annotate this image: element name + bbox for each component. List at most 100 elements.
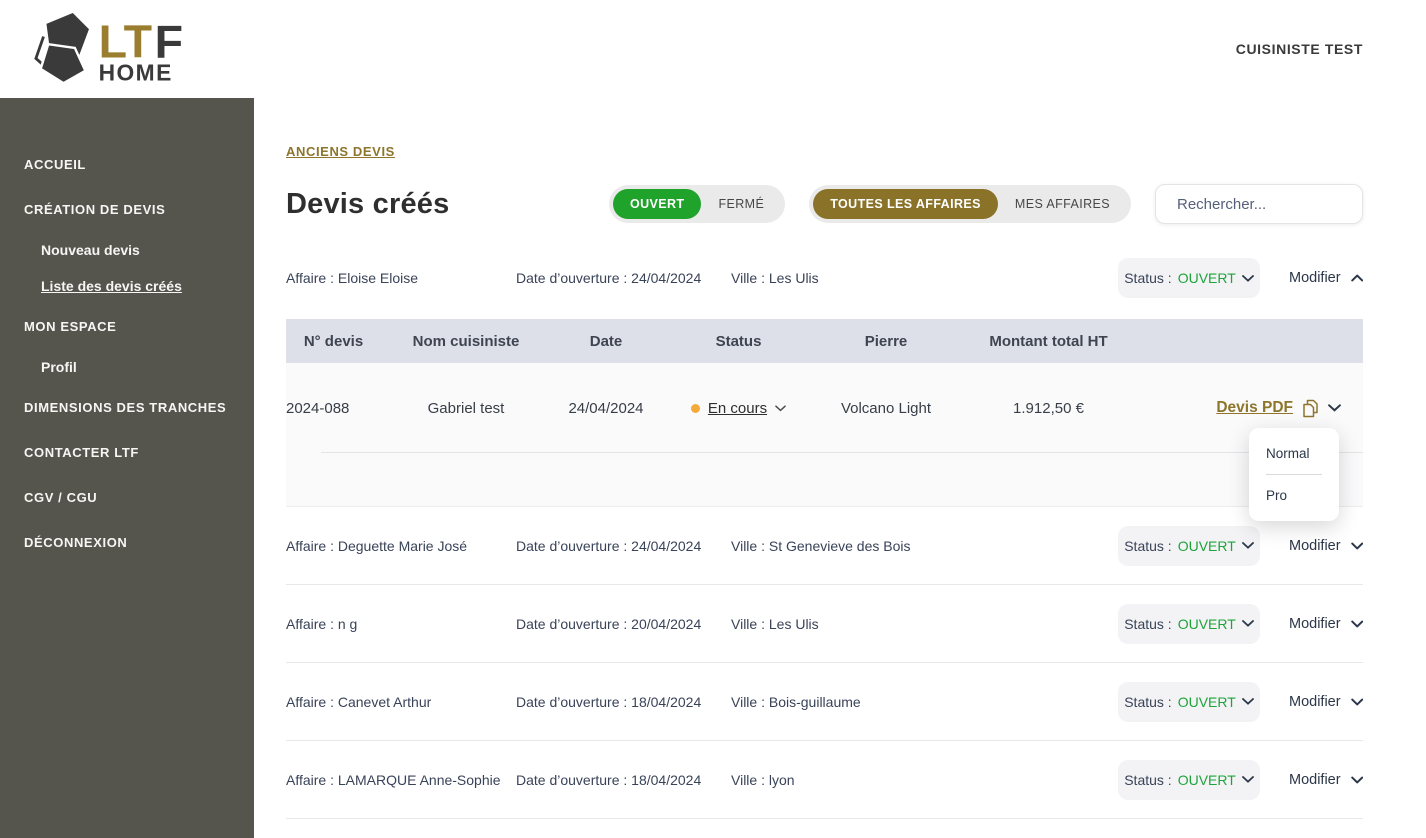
affaire-city: Ville : St Genevieve des Bois — [731, 537, 911, 554]
affaire-row: Affaire : n g Date d’ouverture : 20/04/2… — [286, 585, 1363, 663]
chevron-down-icon — [1328, 404, 1341, 412]
pdf-type-menu: Normal Pro — [1249, 428, 1339, 521]
devis-pierre: Volcano Light — [840, 399, 932, 417]
affaire-open-date: Date d’ouverture : 24/04/2024 — [516, 270, 702, 286]
affaire-name: Affaire : Canevet Arthur — [286, 693, 432, 710]
search-input[interactable] — [1177, 195, 1376, 213]
filter-ouvert-button[interactable]: OUVERT — [612, 189, 702, 219]
affaire-status-select[interactable]: Status : OUVERT — [1118, 525, 1260, 566]
pdf-menu-item-pro[interactable]: Pro — [1266, 474, 1322, 516]
affaire-status-select[interactable]: Status : OUVERT — [1118, 681, 1260, 722]
sidebar-item-deconnexion[interactable]: DÉCONNEXION — [0, 520, 254, 565]
sidebar-item-nouveau-devis[interactable]: Nouveau devis — [0, 232, 254, 268]
devis-cuisiniste: Gabriel test — [427, 399, 505, 417]
title-row: Devis créés OUVERT FERMÉ TOUTES LES AFFA… — [286, 183, 1376, 225]
affaire-open-date: Date d’ouverture : 24/04/2024 — [516, 537, 702, 554]
sidebar-item-cgv-cgu[interactable]: CGV / CGU — [0, 475, 254, 520]
modifier-label: Modifier — [1289, 615, 1341, 632]
modifier-expand-button[interactable]: Modifier — [1289, 694, 1363, 710]
copy-devis-button[interactable] — [1302, 399, 1319, 418]
modifier-label: Modifier — [1289, 771, 1341, 788]
column-header-num-devis: N° devis — [303, 332, 364, 350]
affaire-name: Affaire : LAMARQUE Anne-Sophie — [286, 771, 501, 788]
affaire-name: Affaire : Deguette Marie José — [286, 537, 468, 554]
modifier-expand-button[interactable]: Modifier — [1289, 772, 1363, 788]
devis-table-header: N° devis Nom cuisiniste Date Status Pier… — [286, 319, 1363, 363]
breadcrumb-anciens-devis[interactable]: ANCIENS DEVIS — [286, 144, 395, 159]
sidebar-item-profil[interactable]: Profil — [0, 349, 254, 385]
chevron-down-icon — [1350, 542, 1363, 549]
devis-row: 2024-088 Gabriel test 24/04/2024 En cour… — [286, 363, 1363, 453]
affaire-actions: Status : OUVERT Modifier — [1118, 603, 1363, 644]
sidebar-item-dimensions-des-tranches[interactable]: DIMENSIONS DES TRANCHES — [0, 385, 254, 430]
affaire-city: Ville : Bois-guillaume — [731, 693, 861, 710]
devis-pdf-actions: Devis PDF — [1141, 399, 1363, 418]
affaire-metas: Affaire : Deguette Marie José Date d’ouv… — [286, 538, 911, 554]
filter-ferme-button[interactable]: FERMÉ — [701, 189, 781, 219]
affaire-status-select[interactable]: Status : OUVERT — [1118, 258, 1260, 298]
affaire-status-select[interactable]: Status : OUVERT — [1118, 603, 1260, 644]
chevron-down-icon — [1241, 776, 1254, 783]
status-label: Status : — [1124, 771, 1172, 788]
user-account-label: CUISINISTE TEST — [1235, 41, 1363, 57]
status-dot-icon — [690, 403, 700, 413]
logo-text-home: HOME — [99, 59, 173, 85]
affaire-row: Affaire : Deguette Marie José Date d’ouv… — [286, 507, 1363, 585]
chevron-down-icon — [1241, 274, 1254, 282]
status-label: Status : — [1124, 693, 1172, 710]
chevron-down-icon — [1350, 698, 1363, 705]
status-value: OUVERT — [1177, 771, 1236, 788]
sidebar-nav: ACCUEIL CRÉATION DE DEVIS Nouveau devis … — [0, 98, 254, 838]
affaire-metas: Affaire : Eloise Eloise Date d’ouverture… — [286, 270, 819, 286]
devis-number: 2024-088 — [286, 399, 350, 417]
chevron-down-icon — [775, 404, 786, 411]
status-value: OUVERT — [1177, 693, 1236, 710]
devis-pdf-link[interactable]: Devis PDF — [1216, 399, 1293, 417]
copy-icon — [1303, 399, 1318, 417]
affaire-row: Affaire : Canevet Arthur Date d’ouvertur… — [286, 663, 1363, 741]
affaire-row-header: Affaire : Eloise Eloise Date d’ouverture… — [286, 257, 1363, 299]
modifier-collapse-button[interactable]: Modifier — [1289, 270, 1363, 286]
affaire-city: Ville : Les Ulis — [731, 270, 819, 286]
affaire-metas: Affaire : n g Date d’ouverture : 20/04/2… — [286, 616, 819, 632]
pdf-menu-item-normal[interactable]: Normal — [1266, 433, 1322, 474]
affaires-filter-toggle: TOUTES LES AFFAIRES MES AFFAIRES — [809, 185, 1131, 223]
devis-status-select[interactable]: En cours — [661, 400, 816, 417]
sidebar-item-liste-des-devis-crees[interactable]: Liste des devis créés — [0, 268, 254, 304]
devis-date: 24/04/2024 — [568, 399, 644, 417]
affaire-metas: Affaire : LAMARQUE Anne-Sophie Date d’ou… — [286, 772, 795, 788]
status-label: Status : — [1124, 615, 1172, 632]
sidebar-item-mon-espace[interactable]: MON ESPACE — [0, 304, 254, 349]
modifier-expand-button[interactable]: Modifier — [1289, 616, 1363, 632]
ltf-home-logo[interactable]: LT F HOME — [30, 9, 210, 90]
affaire-status-select[interactable]: Status : OUVERT — [1118, 759, 1260, 800]
app-page: LT F HOME CUISINISTE TEST ACCUEIL CRÉATI… — [0, 0, 1426, 838]
chevron-down-icon — [1350, 620, 1363, 627]
affaire-row: Affaire : LAMARQUE Anne-Sophie Date d’ou… — [286, 741, 1363, 819]
sidebar-item-accueil[interactable]: ACCUEIL — [0, 142, 254, 187]
status-filter-toggle: OUVERT FERMÉ — [608, 185, 786, 223]
modifier-label: Modifier — [1289, 693, 1341, 710]
column-header-status: Status — [715, 332, 762, 350]
sidebar-item-creation-de-devis[interactable]: CRÉATION DE DEVIS — [0, 187, 254, 232]
pdf-type-dropdown-button[interactable] — [1328, 404, 1341, 412]
filter-toutes-les-affaires-button[interactable]: TOUTES LES AFFAIRES — [813, 189, 998, 219]
devis-table-body: 2024-088 Gabriel test 24/04/2024 En cour… — [286, 363, 1363, 506]
filter-mes-affaires-button[interactable]: MES AFFAIRES — [998, 189, 1127, 219]
affaire-actions: Status : OUVERT Modifier — [1118, 759, 1363, 800]
main-content: ANCIENS DEVIS Devis créés OUVERT FERMÉ T… — [254, 98, 1426, 838]
column-header-nom-cuisiniste: Nom cuisiniste — [412, 332, 520, 350]
sidebar-item-contacter-ltf[interactable]: CONTACTER LTF — [0, 430, 254, 475]
affaire-actions: Status : OUVERT Modifier — [1118, 681, 1363, 722]
column-header-montant: Montant total HT — [989, 332, 1108, 350]
affaire-metas: Affaire : Canevet Arthur Date d’ouvertur… — [286, 694, 861, 710]
page-title: Devis créés — [286, 187, 450, 220]
chevron-down-icon — [1350, 776, 1363, 783]
status-value: OUVERT — [1177, 270, 1236, 286]
affaire-city: Ville : Les Ulis — [731, 615, 819, 632]
filter-controls: OUVERT FERMÉ TOUTES LES AFFAIRES MES AFF… — [608, 184, 1376, 224]
modifier-expand-button[interactable]: Modifier — [1289, 538, 1363, 554]
affaire-city: Ville : lyon — [731, 771, 795, 788]
status-value: OUVERT — [1177, 537, 1236, 554]
affaire-name: Affaire : n g — [286, 615, 358, 632]
